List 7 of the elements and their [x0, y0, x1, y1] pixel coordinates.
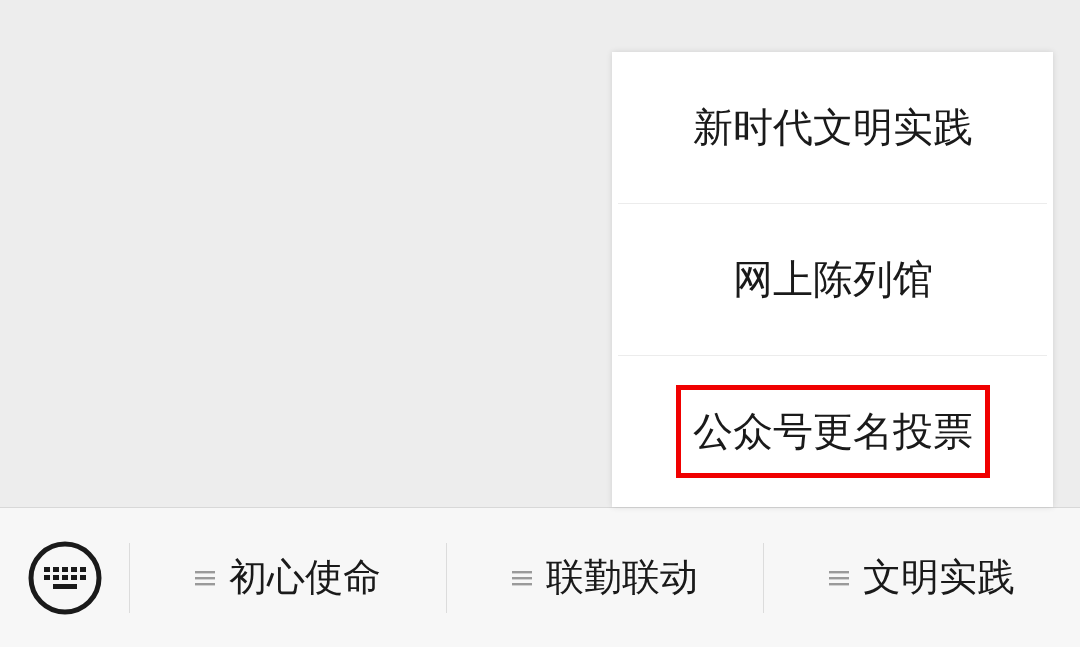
- keyboard-icon[interactable]: [27, 540, 102, 615]
- submenu-item[interactable]: 公众号更名投票: [675, 385, 990, 478]
- menu-tab[interactable]: 初心使命: [130, 542, 447, 613]
- menu-tab[interactable]: 联勤联动: [447, 542, 764, 613]
- menu-tab[interactable]: 文明实践: [764, 542, 1080, 613]
- submenu-item[interactable]: 新时代文明实践: [675, 81, 990, 174]
- submenu-item[interactable]: 网上陈列馆: [715, 233, 950, 326]
